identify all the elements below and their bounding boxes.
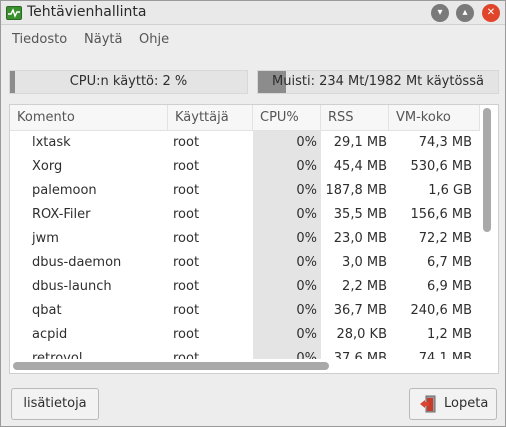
menu-help[interactable]: Ohje [139,32,169,47]
process-command: retrovol [32,351,83,359]
process-vm-size: 74,1 MB [418,351,472,359]
process-command: Xorg [32,159,63,174]
process-vm-size: 72,2 MB [418,231,472,246]
horizontal-scrollbar[interactable] [13,362,329,370]
process-rss: 37,6 MB [333,351,387,359]
process-command: qbat [32,303,62,318]
process-rss: 3,0 MB [342,255,387,270]
process-vm-size: 156,6 MB [410,207,472,222]
table-row[interactable]: dbus-launch root 0% 2,2 MB 6,9 MB [10,275,480,299]
process-rss: 45,4 MB [333,159,387,174]
process-user: root [173,135,200,150]
maximize-icon[interactable]: ▴ [456,4,474,22]
table-row[interactable]: lxtask root 0% 29,1 MB 74,3 MB [10,131,480,155]
process-command: dbus-launch [32,279,112,294]
cpu-usage-label: CPU:n käyttö: 2 % [69,74,188,89]
table-row[interactable]: jwm root 0% 23,0 MB 72,2 MB [10,227,480,251]
process-command: palemoon [32,183,97,198]
process-rss: 35,5 MB [333,207,387,222]
process-user: root [173,327,200,342]
cpu-usage-meter: CPU:n käyttö: 2 % [9,70,248,94]
process-vm-size: 6,9 MB [427,279,472,294]
table-row[interactable]: qbat root 0% 36,7 MB 240,6 MB [10,299,480,323]
process-vm-size: 240,6 MB [410,303,472,318]
table-row[interactable]: palemoon root 0% 187,8 MB 1,6 GB [10,179,480,203]
table-row[interactable]: ROX-Filer root 0% 35,5 MB 156,6 MB [10,203,480,227]
process-cpu: 0% [253,203,321,227]
process-cpu: 0% [253,251,321,275]
process-vm-size: 1,2 MB [427,327,472,342]
close-icon[interactable]: ✕ [482,4,500,22]
process-user: root [173,183,200,198]
table-header: Komento Käyttäjä CPU% RSS VM-koko [10,105,480,131]
memory-usage-label: Muisti: 234 Mt/1982 Mt käytössä [272,74,484,89]
process-rss: 36,7 MB [333,303,387,318]
process-vm-size: 530,6 MB [410,159,472,174]
process-user: root [173,207,200,222]
process-cpu: 0% [253,131,321,155]
vertical-scrollbar[interactable] [483,108,491,232]
table-row[interactable]: acpid root 0% 28,0 KB 1,2 MB [10,323,480,347]
process-vm-size: 1,6 GB [428,183,472,198]
title-bar[interactable]: Tehtävienhallinta ▾ ▴ ✕ [1,1,505,25]
process-cpu: 0% [253,227,321,251]
process-cpu: 0% [253,155,321,179]
process-user: root [173,255,200,270]
menu-view[interactable]: Näytä [84,32,122,47]
process-cpu: 0% [253,275,321,299]
task-manager-icon [6,6,22,20]
process-cpu: 0% [253,299,321,323]
process-list: lxtask root 0% 29,1 MB 74,3 MB Xorg root 0% 45,4… [10,131,480,359]
process-rss: 23,0 MB [333,231,387,246]
process-vm-size: 6,7 MB [427,255,472,270]
menu-file[interactable]: Tiedosto [12,32,67,47]
process-command: dbus-daemon [32,255,122,270]
task-manager-window: Tehtävienhallinta ▾ ▴ ✕ Tiedosto Näytä O… [0,0,506,427]
process-command: acpid [32,327,68,342]
process-user: root [173,303,200,318]
process-user: root [173,351,200,359]
process-cpu: 0% [253,347,321,359]
process-user: root [173,231,200,246]
exit-door-icon [420,395,436,413]
column-header-command[interactable]: Komento [10,105,168,131]
process-vm-size: 74,3 MB [418,135,472,150]
process-cpu: 0% [253,323,321,347]
menu-bar: Tiedosto Näytä Ohje [1,25,505,55]
quit-button[interactable]: Lopeta [409,388,497,420]
column-header-cpu[interactable]: CPU% [253,105,321,131]
column-header-vm-size[interactable]: VM-koko [389,105,480,131]
window-title: Tehtävienhallinta [27,4,147,20]
more-info-button[interactable]: lisätietoja [11,388,99,420]
table-row[interactable]: dbus-daemon root 0% 3,0 MB 6,7 MB [10,251,480,275]
process-command: lxtask [32,135,71,150]
process-user: root [173,159,200,174]
column-header-rss[interactable]: RSS [321,105,389,131]
memory-usage-meter: Muisti: 234 Mt/1982 Mt käytössä [257,70,499,94]
process-command: jwm [32,231,59,246]
process-rss: 187,8 MB [325,183,387,198]
table-row[interactable]: Xorg root 0% 45,4 MB 530,6 MB [10,155,480,179]
process-rss: 28,0 KB [336,327,387,342]
process-table: Komento Käyttäjä CPU% RSS VM-koko lxtask… [9,104,499,374]
minimize-icon[interactable]: ▾ [431,4,449,22]
process-cpu: 0% [253,179,321,203]
quit-button-label: Lopeta [444,396,489,411]
column-header-user[interactable]: Käyttäjä [168,105,253,131]
table-row[interactable]: retrovol root 0% 37,6 MB 74,1 MB [10,347,480,359]
process-rss: 2,2 MB [342,279,387,294]
process-rss: 29,1 MB [333,135,387,150]
process-user: root [173,279,200,294]
process-command: ROX-Filer [32,207,91,222]
